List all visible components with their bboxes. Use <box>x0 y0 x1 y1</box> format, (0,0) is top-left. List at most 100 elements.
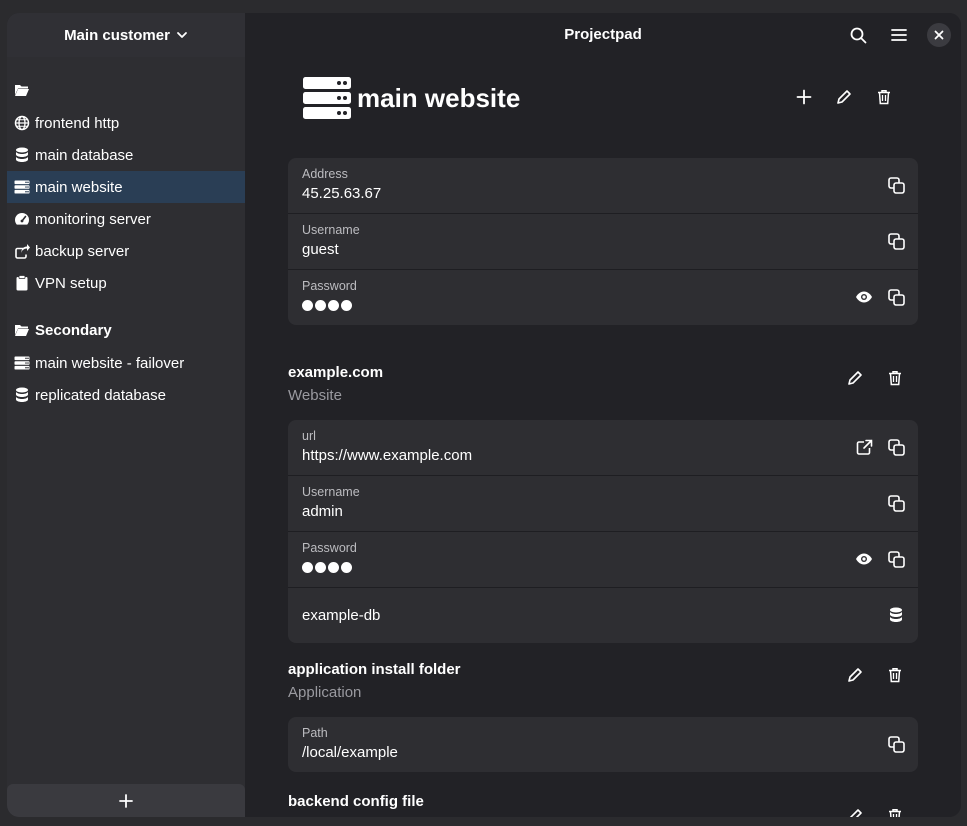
linked-database-name: example-db <box>302 607 381 624</box>
sidebar-item-monitoring-server[interactable]: monitoring server <box>7 203 245 235</box>
edit-server-button[interactable] <box>834 87 854 107</box>
sidebar-item-label: replicated database <box>35 386 166 404</box>
app-window: Main customer frontend http main databas… <box>7 13 961 817</box>
copy-button[interactable] <box>886 437 906 457</box>
database-link-button[interactable] <box>886 605 906 625</box>
delete-button[interactable] <box>885 806 905 817</box>
reveal-password-button[interactable] <box>854 287 874 307</box>
copy-button[interactable] <box>886 549 906 569</box>
server-header: main website <box>303 77 520 119</box>
field-row-url: url https://www.example.com <box>288 420 918 476</box>
field-value: 45.25.63.67 <box>302 185 382 202</box>
header-bar: Projectpad <box>245 13 961 57</box>
project-selector[interactable]: Main customer <box>7 13 245 57</box>
password-mask <box>302 300 352 311</box>
hamburger-menu-icon <box>891 28 907 42</box>
server-icon <box>303 77 351 119</box>
server-title: main website <box>357 82 521 113</box>
folder-open-icon <box>13 81 31 99</box>
field-row-username: Username admin <box>288 476 918 532</box>
copy-button[interactable] <box>886 734 906 754</box>
add-item-button[interactable] <box>794 87 814 107</box>
globe-icon <box>13 114 31 132</box>
copy-icon <box>887 438 905 456</box>
trash-icon <box>877 89 891 105</box>
copy-icon <box>887 176 905 194</box>
eye-icon <box>855 552 873 566</box>
section-title: backend config file <box>288 793 424 810</box>
trash-icon <box>888 667 902 683</box>
section-header-website: example.com Website <box>288 364 918 414</box>
field-label: Password <box>302 279 357 293</box>
copy-icon <box>887 550 905 568</box>
database-icon <box>13 146 31 164</box>
field-row-address: Address 45.25.63.67 <box>288 158 918 214</box>
pencil-icon <box>836 89 852 105</box>
sidebar-item-label: main website - failover <box>35 354 185 372</box>
sidebar-item-label: main website <box>35 178 123 196</box>
pencil-icon <box>847 667 863 683</box>
sidebar: Main customer frontend http main databas… <box>7 13 245 817</box>
server-icon <box>13 178 31 196</box>
trash-icon <box>888 370 902 386</box>
copy-button[interactable] <box>886 493 906 513</box>
sidebar-item-vpn-setup[interactable]: VPN setup <box>7 267 245 299</box>
plus-icon <box>119 793 133 808</box>
sidebar-item-backup-server[interactable]: backup server <box>7 235 245 267</box>
sidebar-item-label: backup server <box>35 242 130 260</box>
edit-button[interactable] <box>845 806 865 817</box>
open-link-button[interactable] <box>854 437 874 457</box>
field-label: Path <box>302 726 328 740</box>
close-icon <box>934 30 944 40</box>
reveal-password-button[interactable] <box>854 549 874 569</box>
sidebar-item-main-website-failover[interactable]: main website - failover <box>7 347 245 379</box>
application-card: Path /local/example <box>288 717 918 772</box>
database-icon <box>889 607 903 623</box>
group-header-default <box>7 73 245 107</box>
section-title: application install folder <box>288 661 461 678</box>
menu-button[interactable] <box>887 23 911 47</box>
server-details-card: Address 45.25.63.67 Username guest Passw… <box>288 158 918 325</box>
add-button[interactable] <box>7 784 245 817</box>
field-label: Username <box>302 223 360 237</box>
group-label: Secondary <box>35 321 112 339</box>
copy-button[interactable] <box>886 175 906 195</box>
sidebar-item-label: monitoring server <box>35 210 151 228</box>
server-icon <box>13 354 31 372</box>
field-label: Username <box>302 485 360 499</box>
section-subtitle: Application <box>288 684 362 701</box>
group-header-secondary: Secondary <box>7 313 245 347</box>
copy-icon <box>887 232 905 250</box>
sidebar-item-main-database[interactable]: main database <box>7 139 245 171</box>
external-link-icon <box>856 439 873 456</box>
delete-button[interactable] <box>885 368 905 388</box>
sidebar-item-label: main database <box>35 146 134 164</box>
sidebar-item-main-website[interactable]: main website <box>7 171 245 203</box>
chevron-down-icon <box>176 29 188 41</box>
copy-button[interactable] <box>886 231 906 251</box>
field-value: /local/example <box>302 744 398 761</box>
pencil-icon <box>847 808 863 817</box>
delete-button[interactable] <box>885 665 905 685</box>
search-button[interactable] <box>846 23 870 47</box>
copy-icon <box>887 735 905 753</box>
trash-icon <box>888 808 902 817</box>
pencil-icon <box>847 370 863 386</box>
edit-button[interactable] <box>845 665 865 685</box>
database-icon <box>13 386 31 404</box>
delete-server-button[interactable] <box>874 87 894 107</box>
server-actions <box>794 87 894 107</box>
clipboard-icon <box>13 274 31 292</box>
field-value: guest <box>302 241 339 258</box>
copy-button[interactable] <box>886 287 906 307</box>
field-value: admin <box>302 503 343 520</box>
field-label: Password <box>302 541 357 555</box>
field-row-linked-database[interactable]: example-db <box>288 588 918 643</box>
server-list: frontend http main database main website… <box>7 73 245 411</box>
edit-button[interactable] <box>845 368 865 388</box>
project-name: Main customer <box>64 26 170 44</box>
close-window-button[interactable] <box>927 23 951 47</box>
sidebar-item-replicated-database[interactable]: replicated database <box>7 379 245 411</box>
sidebar-item-frontend-http[interactable]: frontend http <box>7 107 245 139</box>
section-header-config-file: backend config file <box>288 793 918 817</box>
